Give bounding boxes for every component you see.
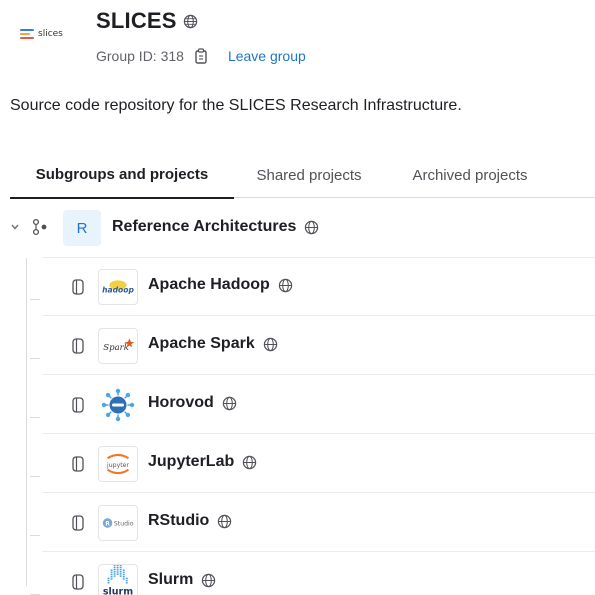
project-icon bbox=[72, 574, 84, 590]
subgroup-name[interactable]: Reference Architectures bbox=[112, 218, 296, 236]
globe-icon bbox=[263, 337, 277, 351]
row-divider bbox=[42, 433, 595, 434]
globe-icon bbox=[183, 14, 197, 28]
project-name[interactable]: JupyterLab bbox=[148, 453, 234, 471]
group-id: Group ID: 318 bbox=[96, 48, 184, 64]
subgroup-row[interactable]: R Reference Architectures bbox=[0, 200, 595, 258]
tree-tick bbox=[30, 417, 40, 418]
row-divider bbox=[42, 551, 595, 552]
project-row[interactable]: Horovod bbox=[0, 376, 595, 434]
project-icon bbox=[72, 279, 84, 295]
project-name[interactable]: Apache Hadoop bbox=[148, 276, 270, 294]
project-name-wrap[interactable]: Apache Hadoop bbox=[148, 276, 293, 294]
slices-logo-icon bbox=[20, 29, 34, 39]
globe-icon bbox=[218, 514, 232, 528]
globe-icon bbox=[222, 396, 236, 410]
project-name-wrap[interactable]: JupyterLab bbox=[148, 453, 257, 471]
project-name-wrap[interactable]: Slurm bbox=[148, 571, 216, 589]
tree-tick bbox=[30, 299, 40, 300]
project-name[interactable]: Slurm bbox=[148, 571, 193, 589]
group-logo-text: slices bbox=[38, 29, 63, 39]
project-icon bbox=[72, 456, 84, 472]
project-name[interactable]: Horovod bbox=[148, 394, 214, 412]
tree-tick bbox=[30, 358, 40, 359]
chevron-down-icon[interactable] bbox=[10, 222, 20, 232]
project-name[interactable]: Apache Spark bbox=[148, 335, 255, 353]
project-name-wrap[interactable]: RStudio bbox=[148, 512, 232, 530]
jupyter-logo-text: jupyter bbox=[106, 462, 129, 469]
rstudio-logo-text: Studio bbox=[114, 520, 134, 527]
slurm-logo-text: slurm bbox=[103, 586, 133, 595]
horovod-logo-icon bbox=[98, 387, 138, 423]
project-row[interactable]: Spark Apache Spark bbox=[0, 317, 595, 375]
slurm-logo-icon: slurm bbox=[98, 564, 138, 595]
row-divider bbox=[42, 374, 595, 375]
globe-icon bbox=[305, 220, 319, 234]
subgroup-avatar: R bbox=[63, 210, 101, 246]
spark-logo-icon: Spark bbox=[98, 328, 138, 364]
project-row[interactable]: slurm Slurm bbox=[0, 553, 595, 595]
project-row[interactable]: R Studio RStudio bbox=[0, 494, 595, 552]
globe-icon bbox=[202, 573, 216, 587]
project-icon bbox=[72, 515, 84, 531]
group-logo: slices bbox=[20, 20, 76, 48]
tree-tick bbox=[30, 476, 40, 477]
group-tabs: Subgroups and projects Shared projects A… bbox=[10, 152, 595, 199]
group-meta: Group ID: 318 Leave group bbox=[96, 48, 306, 64]
tab-archived-projects[interactable]: Archived projects bbox=[392, 152, 548, 198]
spark-logo-text: Spark bbox=[103, 343, 129, 353]
globe-icon bbox=[243, 455, 257, 469]
hadoop-logo-text: hadoop bbox=[102, 286, 134, 295]
subgroup-name-wrap[interactable]: Reference Architectures bbox=[112, 218, 319, 236]
group-description: Source code repository for the SLICES Re… bbox=[10, 97, 462, 114]
jupyter-logo-icon: jupyter bbox=[98, 446, 138, 482]
project-icon bbox=[72, 338, 84, 354]
project-name-wrap[interactable]: Apache Spark bbox=[148, 335, 278, 353]
leave-group-link[interactable]: Leave group bbox=[228, 48, 306, 64]
project-name-wrap[interactable]: Horovod bbox=[148, 394, 237, 412]
project-name[interactable]: RStudio bbox=[148, 512, 209, 530]
project-icon bbox=[72, 397, 84, 413]
group-header: slices SLICES Group ID: 318 Leave group bbox=[0, 0, 595, 80]
copy-icon[interactable] bbox=[194, 48, 208, 64]
tab-subgroups-and-projects[interactable]: Subgroups and projects bbox=[10, 152, 234, 199]
globe-icon bbox=[278, 278, 292, 292]
project-row[interactable]: jupyter JupyterLab bbox=[0, 435, 595, 493]
hadoop-logo-icon: hadoop bbox=[98, 269, 138, 305]
project-row[interactable]: hadoop Apache Hadoop bbox=[0, 258, 595, 316]
rstudio-logo-icon: R Studio bbox=[98, 505, 138, 541]
tab-shared-projects[interactable]: Shared projects bbox=[236, 152, 382, 198]
group-title: SLICES bbox=[96, 8, 198, 34]
tree-tick bbox=[30, 535, 40, 536]
row-divider bbox=[42, 315, 595, 316]
subgroup-icon bbox=[32, 218, 47, 236]
group-name: SLICES bbox=[96, 8, 177, 33]
row-divider bbox=[42, 492, 595, 493]
svg-text:R: R bbox=[105, 521, 110, 527]
